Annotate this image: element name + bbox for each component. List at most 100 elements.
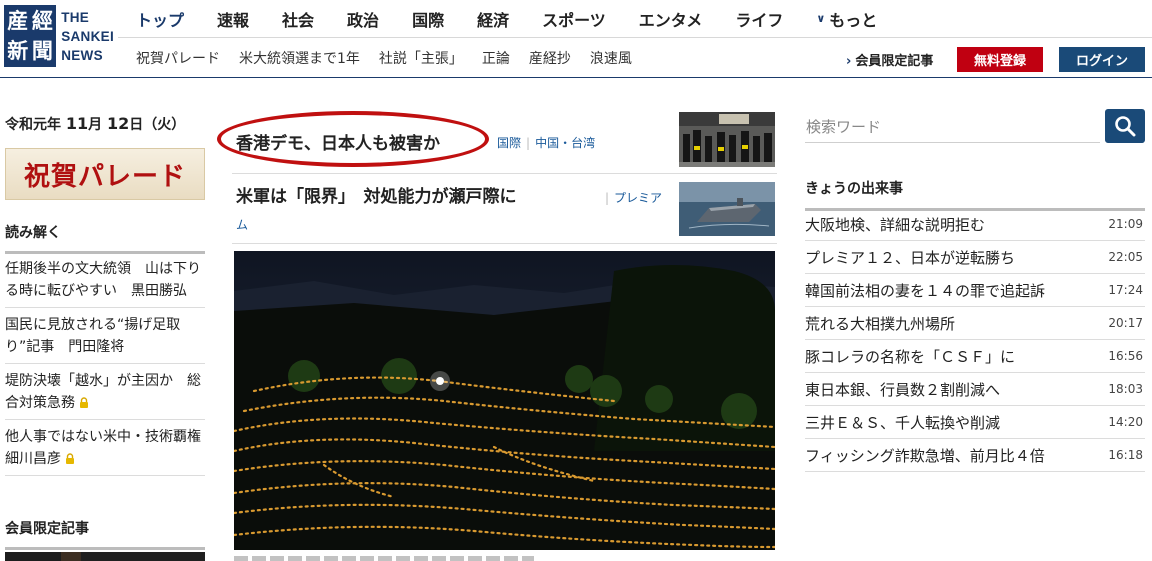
premium-tag-continued[interactable]: ム xyxy=(236,216,248,233)
nav-politics[interactable]: 政治 xyxy=(347,7,379,31)
date-day-unit: 日 xyxy=(129,117,144,133)
subnav-editorial[interactable]: 社説「主張」 xyxy=(379,48,463,68)
search-button[interactable] xyxy=(1105,109,1145,143)
event-title: 東日本銀、行員数２割削減へ xyxy=(805,380,1001,399)
list-item[interactable]: 他人事ではない米中・技術覇権 細川昌彦 xyxy=(5,420,215,476)
headline-tags: 国際 | 中国・台湾 xyxy=(497,134,595,151)
free-register-button[interactable]: 無料登録 xyxy=(957,47,1043,72)
main-nav: トップ 速報 社会 政治 国際 経済 スポーツ エンタメ ライフ ∨ もっと xyxy=(118,0,1152,38)
headline-row: 米軍は「限界」 対処能力が瀬戸際に | プレミア ム xyxy=(232,174,777,244)
left-column: 令和元年 11月 12日（火） 祝賀パレード 読み解く 任期後半の文大統領 山は… xyxy=(5,78,215,561)
nav-more[interactable]: ∨ もっと xyxy=(816,7,877,31)
nav-world[interactable]: 国際 xyxy=(412,7,444,31)
headline-thumbnail[interactable] xyxy=(679,112,775,167)
read-list: 任期後半の文大統領 山は下りる時に転びやすい 黒田勝弘 国民に見放される“揚げ足… xyxy=(5,252,215,476)
event-title: プレミア１２、日本が逆転勝ち xyxy=(805,248,1016,267)
read-item-text: 他人事ではない米中・技術覇権 細川昌彦 xyxy=(5,429,215,467)
read-item-text: 堤防決壊「越水」が主因か 総合対策急務 xyxy=(5,373,201,411)
event-time: 14:20 xyxy=(1108,415,1143,429)
list-item[interactable]: 堤防決壊「越水」が主因か 総合対策急務 xyxy=(5,364,205,420)
list-item[interactable]: 韓国前法相の妻を１４の罪で追起訴 17:24 xyxy=(805,274,1145,307)
list-item[interactable]: 豚コレラの名称を「ＣＳＦ」に 16:56 xyxy=(805,340,1145,373)
nav-more-label: もっと xyxy=(829,10,878,30)
list-item[interactable]: 三井Ｅ＆Ｓ、千人転換や削減 14:20 xyxy=(805,406,1145,439)
todays-events-heading: きょうの出来事 xyxy=(805,178,1145,211)
center-column: 香港デモ、日本人も被害か 国際 | 中国・台湾 米軍は「限界」 対処能力が瀬戸際に xyxy=(217,78,777,561)
read-section-heading: 読み解く xyxy=(5,222,205,254)
event-title: 豚コレラの名称を「ＣＳＦ」に xyxy=(805,347,1016,366)
logo-kanji: 聞 xyxy=(31,37,53,63)
nav-sports[interactable]: スポーツ xyxy=(542,7,606,31)
sub-nav: 祝賀パレード 米大統領選まで1年 社説「主張」 正論 産経抄 浪速風 › 会員限定… xyxy=(118,38,1152,78)
site-header: 産 經 新 聞 THE SANKEI NEWS トップ 速報 社会 政治 国際 … xyxy=(0,0,1152,78)
members-article-thumbnail[interactable] xyxy=(5,552,205,561)
subnav-seiron[interactable]: 正論 xyxy=(482,48,510,68)
event-title: 韓国前法相の妻を１４の罪で追起訴 xyxy=(805,281,1046,300)
list-item[interactable]: 国民に見放される“揚げ足取り”記事 門田隆将 xyxy=(5,308,205,364)
list-item[interactable]: 大阪地検、詳細な説明拒む 21:09 xyxy=(805,208,1145,241)
tag-link[interactable]: 中国・台湾 xyxy=(535,136,595,150)
logo-kanji: 新 xyxy=(7,37,29,63)
event-title: フィッシング詐欺急増、前月比４倍 xyxy=(805,446,1045,465)
members-section-heading: 会員限定記事 xyxy=(5,518,205,550)
aircraft-carrier-image xyxy=(679,182,775,236)
list-item[interactable]: フィッシング詐欺急増、前月比４倍 16:18 xyxy=(805,439,1145,472)
nav-entertainment[interactable]: エンタメ xyxy=(639,7,703,31)
todays-events-list: 大阪地検、詳細な説明拒む 21:09 プレミア１２、日本が逆転勝ち 22:05 韓国… xyxy=(805,208,1145,472)
parade-banner-text: 祝賀パレード xyxy=(23,161,186,192)
hongkong-protest-image xyxy=(679,112,775,167)
subnav-parade[interactable]: 祝賀パレード xyxy=(136,48,220,68)
date-era: 令和元年 xyxy=(5,117,61,133)
lock-icon xyxy=(66,453,74,464)
logo-kanji: 經 xyxy=(31,8,53,33)
member-articles-label: 会員限定記事 xyxy=(855,54,934,69)
terraced-rice-field-night-image xyxy=(234,251,775,550)
logo-mark: 産 經 新 聞 xyxy=(4,5,57,67)
read-item-text: 国民に見放される“揚げ足取り”記事 門田隆将 xyxy=(5,317,181,355)
list-item[interactable]: プレミア１２、日本が逆転勝ち 22:05 xyxy=(805,241,1145,274)
list-item[interactable]: 東日本銀、行員数２割削減へ 18:03 xyxy=(805,373,1145,406)
chevron-right-icon: › xyxy=(846,54,852,69)
chevron-down-icon: ∨ xyxy=(816,12,826,25)
nav-life[interactable]: ライフ xyxy=(735,7,783,31)
headline-thumbnail[interactable] xyxy=(679,182,775,236)
list-item[interactable]: 任期後半の文大統領 山は下りる時に転びやすい 黒田勝弘 xyxy=(5,252,205,308)
event-title: 大阪地検、詳細な説明拒む xyxy=(805,215,986,234)
nav-breaking[interactable]: 速報 xyxy=(217,7,249,31)
headline-title[interactable]: 香港デモ、日本人も被害か xyxy=(236,129,440,154)
next-headline-partial[interactable] xyxy=(234,556,534,561)
event-title: 荒れる大相撲九州場所 xyxy=(805,314,956,333)
logo-text-line: THE xyxy=(61,9,90,25)
event-time: 16:18 xyxy=(1108,448,1143,462)
today-date: 令和元年 11月 12日（火） xyxy=(5,114,185,134)
event-time: 22:05 xyxy=(1108,250,1143,264)
member-articles-link[interactable]: › 会員限定記事 xyxy=(846,50,933,69)
sankei-logo[interactable]: 産 經 新 聞 THE SANKEI NEWS xyxy=(4,4,114,68)
date-day: 12 xyxy=(107,114,130,133)
subnav-us-election[interactable]: 米大統領選まで1年 xyxy=(239,48,360,68)
logo-kanji: 産 xyxy=(7,8,29,33)
premium-tag-text: プレミア xyxy=(614,191,663,205)
nav-economy[interactable]: 経済 xyxy=(477,7,509,31)
logo-text-line: NEWS xyxy=(61,47,103,63)
premium-tag[interactable]: | プレミア xyxy=(605,189,662,206)
date-weekday: （火） xyxy=(143,117,186,133)
parade-banner[interactable]: 祝賀パレード xyxy=(5,148,205,200)
event-time: 21:09 xyxy=(1108,217,1143,231)
headline-title[interactable]: 米軍は「限界」 対処能力が瀬戸際に xyxy=(236,182,517,207)
headline-row: 香港デモ、日本人も被害か 国際 | 中国・台湾 xyxy=(217,111,777,174)
subnav-sankeisho[interactable]: 産経抄 xyxy=(529,48,571,68)
tag-link[interactable]: 国際 xyxy=(497,136,521,150)
list-item[interactable]: 荒れる大相撲九州場所 20:17 xyxy=(805,307,1145,340)
main-photo[interactable] xyxy=(234,251,775,550)
tag-separator: | xyxy=(605,191,610,205)
search-icon xyxy=(1115,116,1136,137)
event-time: 17:24 xyxy=(1108,283,1143,297)
search-input[interactable] xyxy=(805,111,1100,143)
event-title: 三井Ｅ＆Ｓ、千人転換や削減 xyxy=(805,413,1001,432)
date-month: 11 xyxy=(65,114,89,133)
nav-society[interactable]: 社会 xyxy=(282,7,314,31)
nav-top[interactable]: トップ xyxy=(136,7,184,31)
login-button[interactable]: ログイン xyxy=(1059,47,1145,72)
subnav-naniwakaze[interactable]: 浪速風 xyxy=(590,48,632,68)
